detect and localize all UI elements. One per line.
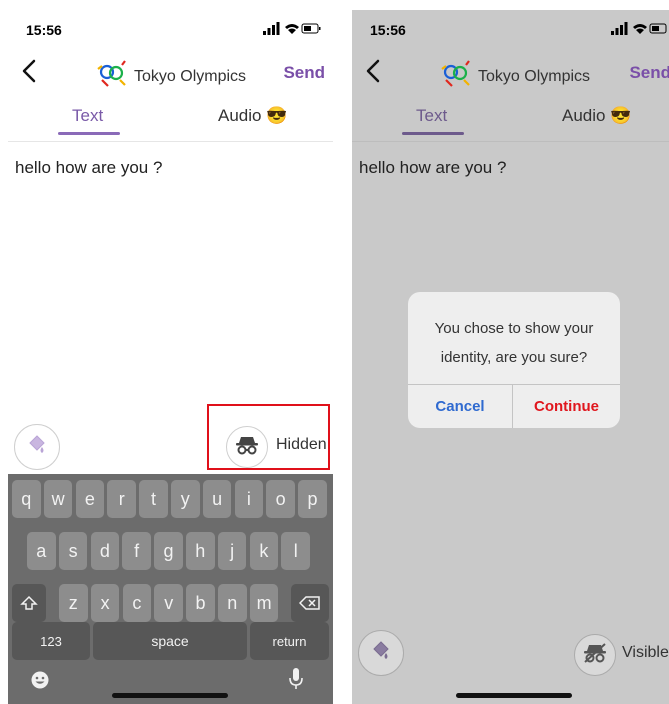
key-z[interactable]: z [59,584,88,622]
tab-bar: Text Audio 😎 [8,106,333,136]
key-m[interactable]: m [249,584,279,622]
nav-title: Tokyo Olympics [134,67,247,85]
microphone-icon[interactable] [288,667,304,696]
nav-title: Tokyo Olympics [478,67,591,85]
key-d[interactable]: d [90,532,120,570]
paint-bucket-icon [26,434,48,461]
key-v[interactable]: v [154,584,183,622]
tab-bar: Text Audio 😎 [352,106,669,136]
status-icons [611,22,669,41]
backspace-key[interactable] [291,584,329,622]
key-b[interactable]: b [186,584,215,622]
keyboard: qwertyuiop asdfghjkl zxcvbnm 123 space r… [8,474,333,704]
status-time: 15:56 [26,22,62,38]
nav-title-group: Tokyo Olympics [94,60,246,93]
tab-audio[interactable]: Audio 😎 [562,106,631,126]
key-g[interactable]: g [154,532,183,570]
backspace-icon [299,596,320,610]
return-key[interactable]: return [250,622,329,660]
numbers-key[interactable]: 123 [12,622,90,660]
paint-bucket-button[interactable] [358,630,404,676]
key-w[interactable]: w [43,480,73,518]
dialog-message: You chose to show your identity, are you… [434,320,594,366]
send-button[interactable]: Send [629,63,669,83]
right-screen: 15:56 Tokyo Olympics Send Text Audio 😎 h… [352,10,669,704]
active-tab-indicator [58,132,120,135]
nav-bar: Tokyo Olympics Send [8,56,333,96]
left-screen: 15:56 Tokyo Olympics Send Text Audio 😎 h… [8,10,333,704]
status-bar: 15:56 [8,10,333,54]
identity-status-label: Visible [622,644,669,661]
key-l[interactable]: l [281,532,310,570]
status-time: 15:56 [370,22,406,38]
olympic-rings-logo-icon [94,60,130,93]
tab-audio[interactable]: Audio 😎 [218,106,287,126]
shift-key[interactable] [12,584,46,622]
key-o[interactable]: o [266,480,295,518]
key-j[interactable]: j [217,532,247,570]
home-indicator [456,693,572,698]
key-t[interactable]: t [139,480,168,518]
key-c[interactable]: c [122,584,152,622]
key-n[interactable]: n [218,584,247,622]
incognito-off-icon [583,642,607,668]
status-bar: 15:56 [352,10,669,54]
message-text[interactable]: hello how are you ? [359,158,506,178]
tab-text[interactable]: Text [416,106,447,126]
confirm-dialog: You chose to show your identity, are you… [408,292,620,428]
back-chevron-icon[interactable] [364,58,382,89]
divider [8,141,333,142]
divider [352,141,669,142]
message-text[interactable]: hello how are you ? [15,158,162,178]
key-y[interactable]: y [171,480,200,518]
key-a[interactable]: a [27,532,56,570]
key-s[interactable]: s [58,532,88,570]
nav-bar: Tokyo Olympics Send [352,56,669,96]
key-h[interactable]: h [186,532,215,570]
olympic-rings-logo-icon [438,60,474,93]
key-e[interactable]: e [75,480,105,518]
status-icons [263,22,321,41]
nav-title-group: Tokyo Olympics [438,60,590,93]
shift-icon [20,595,38,610]
continue-button[interactable]: Continue [513,384,620,428]
space-key[interactable]: space [93,622,247,660]
paint-bucket-icon [370,640,392,667]
key-k[interactable]: k [249,532,279,570]
send-button[interactable]: Send [283,63,325,83]
active-tab-indicator [402,132,464,135]
cancel-button[interactable]: Cancel [408,384,512,428]
key-i[interactable]: i [234,480,264,518]
key-r[interactable]: r [107,480,136,518]
identity-toggle-button[interactable] [574,634,616,676]
key-p[interactable]: p [298,480,327,518]
home-indicator [112,693,228,698]
tab-text[interactable]: Text [72,106,103,126]
key-u[interactable]: u [202,480,232,518]
highlight-box [207,404,330,470]
paint-bucket-button[interactable] [14,424,60,470]
key-x[interactable]: x [90,584,120,622]
back-chevron-icon[interactable] [20,58,38,89]
emoji-icon[interactable] [30,670,50,695]
key-q[interactable]: q [12,480,41,518]
key-f[interactable]: f [122,532,151,570]
